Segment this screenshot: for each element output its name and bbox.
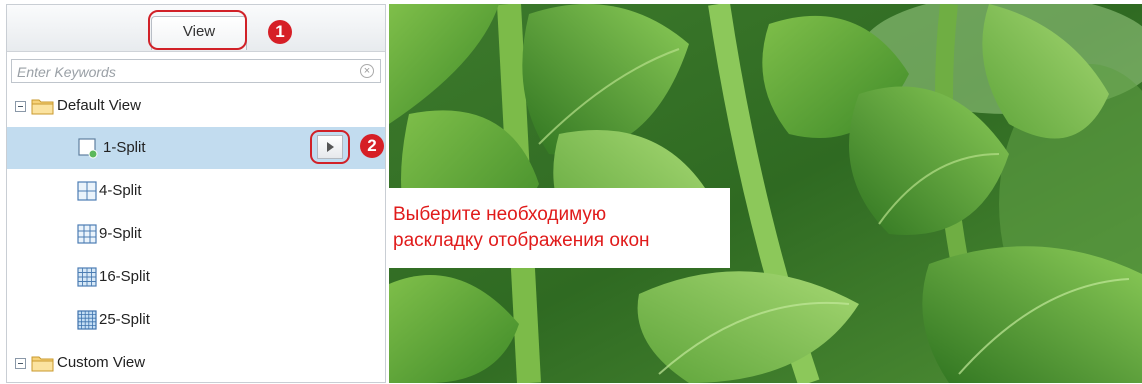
tree-item-1-split[interactable]: 1-Split — [7, 127, 385, 169]
tree-item-25-split[interactable]: 25-Split — [7, 299, 385, 341]
folder-icon — [31, 99, 54, 115]
grid-4-icon — [77, 181, 97, 201]
screenshot-frame: View × Default View 1-Split — [0, 0, 1142, 383]
callout-line-1: Выберите необходимую — [393, 204, 607, 225]
callout-line-2: раскладку отображения окон — [393, 230, 650, 251]
grid-16-icon — [77, 267, 97, 287]
tree-item-label: 9-Split — [99, 225, 142, 242]
step-badge-1: 1 — [268, 20, 292, 44]
tree-item-9-split[interactable]: 9-Split — [7, 213, 385, 255]
search-field[interactable]: × — [11, 59, 381, 83]
view-tab-highlight — [148, 10, 247, 50]
tree-node-custom-view[interactable]: Custom View — [7, 342, 385, 384]
collapse-icon[interactable] — [15, 358, 26, 369]
tree-item-label: 16-Split — [99, 268, 150, 285]
single-layout-icon — [78, 138, 98, 159]
tree-node-label: Custom View — [57, 354, 146, 371]
step-badge-2: 2 — [360, 134, 384, 158]
grid-25-icon — [77, 310, 97, 330]
tree-item-label: 1-Split — [103, 139, 146, 156]
collapse-icon[interactable] — [15, 101, 26, 112]
clear-search-icon[interactable]: × — [360, 64, 374, 78]
tree-node-label: Default View — [57, 97, 141, 114]
view-panel: View × Default View 1-Split — [6, 4, 386, 383]
search-input[interactable] — [15, 61, 349, 83]
play-highlight — [310, 130, 350, 164]
tree-item-4-split[interactable]: 4-Split — [7, 170, 385, 212]
tree-item-label: 25-Split — [99, 311, 150, 328]
tree-item-label: 4-Split — [99, 182, 142, 199]
grid-9-icon — [77, 224, 97, 244]
instruction-callout: Выберите необходимую раскладку отображен… — [388, 188, 730, 268]
tree-node-default-view[interactable]: Default View — [7, 85, 385, 127]
tree-item-16-split[interactable]: 16-Split — [7, 256, 385, 298]
folder-icon — [31, 356, 54, 372]
